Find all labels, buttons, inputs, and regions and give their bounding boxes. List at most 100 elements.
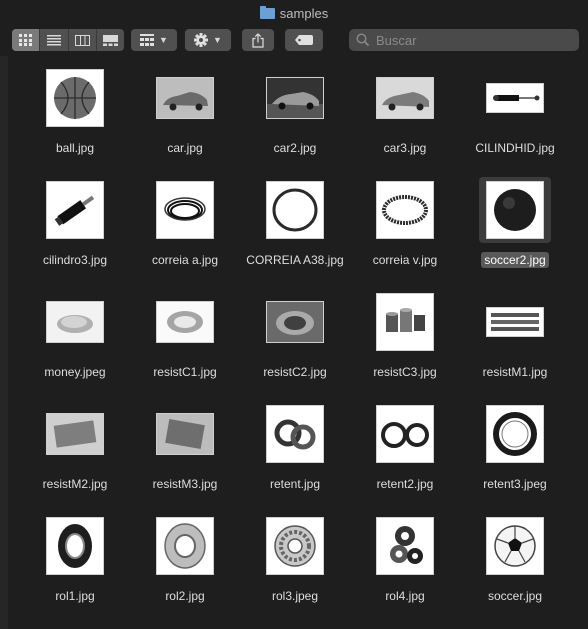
search-field[interactable] [349,29,579,51]
thumbnail-container [39,65,111,131]
thumbnail-container [39,177,111,243]
gallery-view-button[interactable] [97,29,124,51]
file-item[interactable]: resistC1.jpg [130,288,240,400]
thumbnail-container [479,65,551,131]
file-thumbnail [266,181,324,239]
file-browser: ball.jpg car.jpg car2.jpg car3.jpg CILINDHID… [8,58,580,629]
file-name: retent3.jpeg [483,477,547,491]
file-thumbnail [486,181,544,239]
file-item[interactable]: rol1.jpg [20,512,130,624]
thumbnail-container [369,401,441,467]
file-thumbnail [486,83,544,113]
file-name: resistM1.jpg [482,365,548,379]
thumbnail-container [149,401,221,467]
file-item[interactable]: soccer2.jpg [460,176,570,288]
action-menu-button[interactable]: ▼ [185,29,231,51]
file-thumbnail [156,301,214,343]
file-thumbnail [266,301,324,343]
file-thumbnail [46,413,104,455]
file-item[interactable]: cilindro3.jpg [20,176,130,288]
tag-icon [295,35,313,45]
file-item[interactable]: CORREIA A38.jpg [240,176,350,288]
sidebar-edge [0,56,8,629]
share-button[interactable] [242,29,274,51]
file-name: car.jpg [167,141,203,155]
thumbnail-container [39,513,111,579]
folder-icon [259,5,275,19]
file-item[interactable]: resistM3.jpg [130,400,240,512]
file-name: cilindro3.jpg [42,253,108,267]
file-name: resistC3.jpg [373,365,437,379]
thumbnail-container [369,289,441,355]
thumbnail-container [39,289,111,355]
file-thumbnail [376,77,434,119]
file-name: ball.jpg [55,141,95,155]
thumbnail-container [149,177,221,243]
file-name: rol4.jpg [385,589,425,603]
file-thumbnail [266,405,324,463]
gallery-view-icon [102,34,118,46]
file-thumbnail [156,77,214,119]
thumbnail-container [479,177,551,243]
file-thumbnail [486,307,544,337]
file-item[interactable]: car2.jpg [240,64,350,176]
finder-window: samples ▼ ▼ Buscar ball.jpg car.jpg car2… [0,0,588,629]
file-item[interactable]: resistM2.jpg [20,400,130,512]
file-item[interactable]: CILINDHID.jpg [460,64,570,176]
file-item[interactable]: retent2.jpg [350,400,460,512]
file-item[interactable]: soccer.jpg [460,512,570,624]
file-item[interactable]: correia a.jpg [130,176,240,288]
file-name: resistM2.jpg [42,477,108,491]
file-name: CORREIA A38.jpg [246,253,344,267]
gear-icon [194,33,209,47]
title-bar: samples [0,0,588,26]
thumbnail-container [149,289,221,355]
file-thumbnail [46,517,104,575]
file-name: retent.jpg [269,477,321,491]
file-name: rol2.jpg [165,589,205,603]
file-thumbnail [266,517,324,575]
file-name: CILINDHID.jpg [475,141,555,155]
file-item[interactable]: car3.jpg [350,64,460,176]
file-item[interactable]: ball.jpg [20,64,130,176]
list-view-icon [46,34,61,45]
file-item[interactable]: rol4.jpg [350,512,460,624]
thumbnail-container [369,177,441,243]
group-by-button[interactable]: ▼ [131,29,177,51]
file-thumbnail [376,517,434,575]
file-item[interactable]: retent.jpg [240,400,350,512]
file-item[interactable]: money.jpeg [20,288,130,400]
file-thumbnail [376,293,434,351]
list-view-button[interactable] [40,29,69,51]
column-view-button[interactable] [69,29,97,51]
file-item[interactable]: resistM1.jpg [460,288,570,400]
file-name: car2.jpg [273,141,317,155]
file-name: rol3.jpeg [271,589,319,603]
file-thumbnail [376,405,434,463]
file-item[interactable]: rol2.jpg [130,512,240,624]
thumbnail-container [259,289,331,355]
file-item[interactable]: correia v.jpg [350,176,460,288]
file-name: resistM3.jpg [152,477,218,491]
file-thumbnail [46,181,104,239]
file-thumbnail [486,517,544,575]
thumbnail-container [479,513,551,579]
file-item[interactable]: car.jpg [130,64,240,176]
file-name: correia a.jpg [151,253,219,267]
thumbnail-container [259,513,331,579]
edit-tags-button[interactable] [285,29,323,51]
thumbnail-container [369,513,441,579]
file-name: soccer2.jpg [481,252,549,268]
icon-view-button[interactable] [12,29,41,51]
file-item[interactable]: rol3.jpeg [240,512,350,624]
search-icon [356,33,370,47]
file-name: retent2.jpg [376,477,434,491]
file-item[interactable]: retent3.jpeg [460,400,570,512]
file-thumbnail [266,77,324,119]
file-item[interactable]: resistC2.jpg [240,288,350,400]
group-grid-icon [140,34,155,46]
file-item[interactable]: resistC3.jpg [350,288,460,400]
file-thumbnail [46,301,104,343]
file-thumbnail [156,413,214,455]
search-input[interactable] [374,31,568,49]
